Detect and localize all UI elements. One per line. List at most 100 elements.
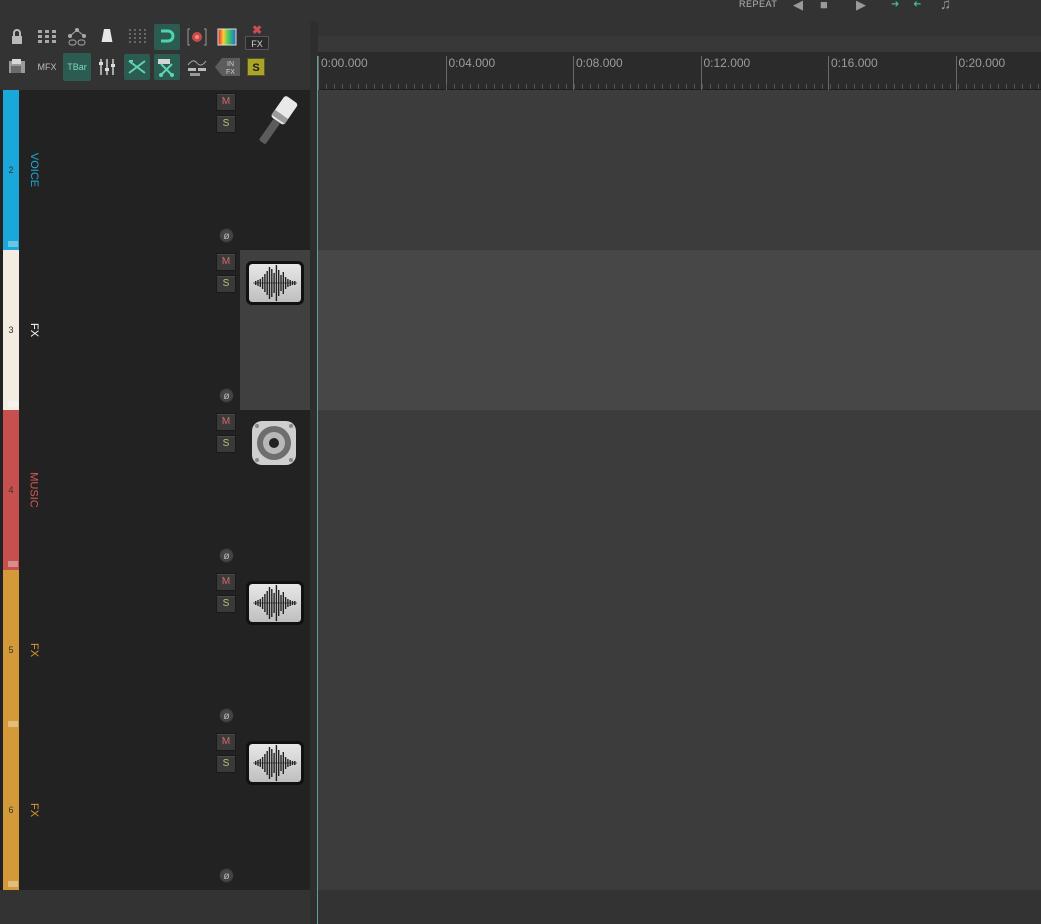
crossfade-icon[interactable] [124,54,150,80]
waveform-icon[interactable] [246,581,304,625]
track-color-strip[interactable]: 2 [3,90,19,250]
rewind-icon[interactable]: ◀ [793,0,803,11]
ruler-minor-tick [734,84,735,89]
track-control-panel: 2 VOICE M Sø 3 FX M Sø 4 MUSIC M Sø 5 FX M Sø 6 FX M Sø [0,90,310,890]
track-name[interactable]: MUSIC [28,472,40,507]
color-palette-icon[interactable] [214,24,240,50]
ruler-minor-tick [910,84,911,89]
ruler-minor-tick [638,84,639,89]
folder-icon[interactable] [8,721,18,727]
trim-scissors-icon[interactable] [154,54,180,80]
mute-button[interactable]: M [216,733,236,751]
phase-invert-button[interactable]: ø [219,388,234,403]
mute-button[interactable]: M [216,253,236,271]
play-icon[interactable]: ▶ [856,0,866,11]
close-fx-icon[interactable]: ✖ [252,23,262,37]
ruler-minor-tick [726,84,727,89]
track-lane[interactable] [318,250,1041,410]
mfx-button[interactable]: MFX [34,54,60,80]
mute-button[interactable]: M [216,413,236,431]
track-header[interactable]: 3 FX M Sø [0,250,310,410]
ruler-minor-tick [598,84,599,89]
ruler-minor-tick [838,84,839,89]
ruler-minor-tick [390,84,391,89]
track-color-strip[interactable]: 5 [3,570,19,730]
track-name[interactable]: FX [28,803,40,817]
fx-label[interactable]: FX [245,36,269,50]
track-lane[interactable] [318,410,1041,570]
track-name[interactable]: VOICE [28,153,40,187]
record-icon[interactable] [184,24,210,50]
mute-button[interactable]: M [216,93,236,111]
track-lane[interactable] [318,730,1041,890]
ruler-minor-tick [574,84,575,89]
ruler-minor-tick [614,84,615,89]
ruler-time-label: 0:20.000 [958,56,1006,70]
track-header[interactable]: 6 FX M Sø [0,730,310,890]
folder-icon[interactable] [8,241,18,247]
mute-button[interactable]: M [216,573,236,591]
phase-invert-button[interactable]: ø [219,228,234,243]
link-icon[interactable] [64,24,90,50]
project-folder-icon[interactable] [4,54,30,80]
ruler-minor-tick [702,84,703,89]
track-color-strip[interactable]: 4 [3,410,19,570]
ruler-minor-tick [1022,84,1023,89]
ruler-minor-tick [758,84,759,89]
folder-icon[interactable] [8,561,18,567]
ruler-minor-tick [1030,84,1031,89]
mixer-icon[interactable] [94,54,120,80]
track-color-strip[interactable]: 6 [3,730,19,890]
envelope-items-icon[interactable] [184,54,210,80]
ruler-minor-tick [630,84,631,89]
solo-button[interactable]: S [216,755,236,773]
solo-button[interactable]: S [216,275,236,293]
ruler-time-label: 0:12.000 [703,56,751,70]
ruler-minor-tick [790,84,791,89]
ruler-minor-tick [670,84,671,89]
snap-magnet-icon[interactable] [154,24,180,50]
metronome-icon[interactable] [94,24,120,50]
ripple-grid-icon[interactable] [124,24,150,50]
solo-toolbar-button[interactable]: S [247,58,265,76]
ruler-minor-tick [454,84,455,89]
ruler-minor-tick [694,84,695,89]
track-name[interactable]: FX [28,323,40,337]
folder-icon[interactable] [8,401,18,407]
waveform-icon[interactable] [246,261,304,305]
microphone-icon[interactable] [246,92,304,152]
tbar-button[interactable]: TBar [63,53,91,81]
metronome-note-icon[interactable]: ♫ [940,0,951,12]
ruler-minor-tick [982,84,983,89]
timeline-ruler[interactable]: 0:00.000 0:04.000 0:08.000 0:12.000 0:16.000… [318,52,1041,90]
ruler-minor-tick [518,84,519,89]
ruler-minor-tick [558,84,559,89]
speaker-icon[interactable] [250,419,298,467]
track-header[interactable]: 5 FX M Sø [0,570,310,730]
nudge-left-icon[interactable]: ➜ [913,0,921,10]
folder-icon[interactable] [8,881,18,887]
ruler-time-label: 0:00.000 [321,56,368,70]
ruler-minor-tick [990,84,991,89]
track-name[interactable]: FX [28,643,40,657]
input-fx-button[interactable]: IN FX [214,54,242,80]
phase-invert-button[interactable]: ø [219,868,234,883]
solo-button[interactable]: S [216,115,236,133]
track-color-strip[interactable]: 3 [3,250,19,410]
ruler-minor-tick [462,84,463,89]
grid-dots-icon[interactable] [34,24,60,50]
ruler-minor-tick [966,84,967,89]
repeat-label[interactable]: REPEAT [739,0,777,9]
track-lane[interactable] [318,90,1041,250]
phase-invert-button[interactable]: ø [219,708,234,723]
track-lane[interactable] [318,570,1041,730]
lock-icon[interactable] [4,24,30,50]
track-header[interactable]: 4 MUSIC M Sø [0,410,310,570]
phase-invert-button[interactable]: ø [219,548,234,563]
nudge-right-icon[interactable]: ➜ [891,0,899,10]
solo-button[interactable]: S [216,595,236,613]
stop-icon[interactable]: ■ [820,0,828,11]
waveform-icon[interactable] [246,741,304,785]
track-header[interactable]: 2 VOICE M Sø [0,90,310,250]
solo-button[interactable]: S [216,435,236,453]
